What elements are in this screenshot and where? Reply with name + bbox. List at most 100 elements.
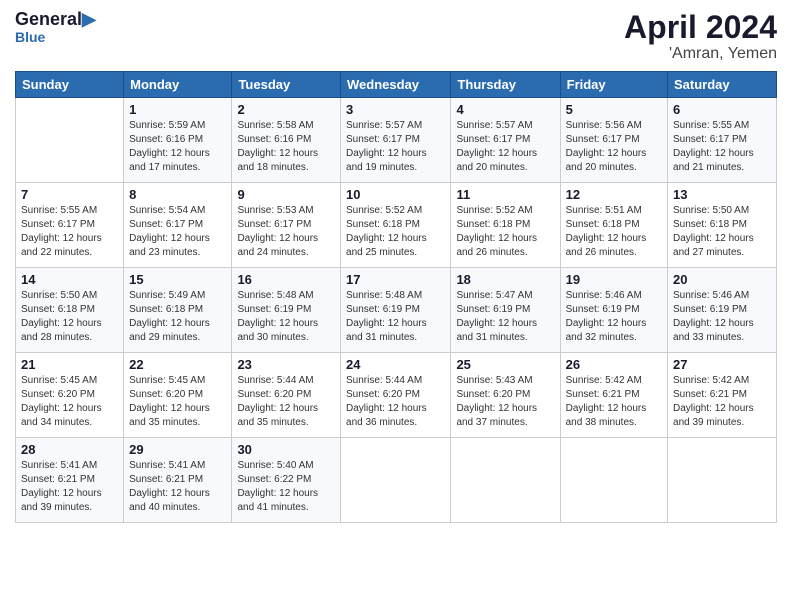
day-cell: 2 Sunrise: 5:58 AM Sunset: 6:16 PM Daylig… bbox=[232, 98, 341, 183]
day-number: 21 bbox=[21, 357, 118, 372]
day-cell: 4 Sunrise: 5:57 AM Sunset: 6:17 PM Daylig… bbox=[451, 98, 560, 183]
logo: General▶ Blue bbox=[15, 10, 96, 45]
day-cell: 15 Sunrise: 5:49 AM Sunset: 6:18 PM Dayli… bbox=[124, 268, 232, 353]
day-cell: 5 Sunrise: 5:56 AM Sunset: 6:17 PM Daylig… bbox=[560, 98, 667, 183]
calendar-body: 1Sunrise: 5:59 AM Sunset: 6:16 PM Daylig… bbox=[16, 98, 777, 523]
subtitle: 'Amran, Yemen bbox=[624, 45, 777, 63]
day-info: Sunrise: 5:40 AM Sunset: 6:22 PM Dayligh… bbox=[237, 459, 335, 515]
main-title: April 2024 bbox=[624, 10, 777, 45]
day-info: Sunrise: 5:48 AM Sunset: 6:19 PM Dayligh… bbox=[237, 289, 335, 345]
day-number: 1 bbox=[129, 102, 226, 117]
day-number: 8 bbox=[129, 187, 226, 202]
day-info: Sunrise: 5:55 AM Sunset: 6:17 PM Dayligh… bbox=[673, 119, 771, 175]
week-row-3: 14 Sunrise: 5:50 AM Sunset: 6:18 PM Dayli… bbox=[16, 268, 777, 353]
day-cell: 21 Sunrise: 5:45 AM Sunset: 6:20 PM Dayli… bbox=[16, 353, 124, 438]
day-number: 6 bbox=[673, 102, 771, 117]
day-cell: 7Sunrise: 5:55 AM Sunset: 6:17 PM Daylig… bbox=[16, 183, 124, 268]
day-number: 13 bbox=[673, 187, 771, 202]
day-cell bbox=[16, 98, 124, 183]
header-cell-thursday: Thursday bbox=[451, 72, 560, 98]
day-cell: 13 Sunrise: 5:50 AM Sunset: 6:18 PM Dayli… bbox=[668, 183, 777, 268]
day-info: Sunrise: 5:51 AM Sunset: 6:18 PM Dayligh… bbox=[566, 204, 662, 260]
day-number: 27 bbox=[673, 357, 771, 372]
day-number: 25 bbox=[456, 357, 554, 372]
day-cell bbox=[668, 438, 777, 523]
day-number: 9 bbox=[237, 187, 335, 202]
day-cell: 29Sunrise: 5:41 AM Sunset: 6:21 PM Dayli… bbox=[124, 438, 232, 523]
day-cell: 20 Sunrise: 5:46 AM Sunset: 6:19 PM Dayli… bbox=[668, 268, 777, 353]
day-number: 22 bbox=[129, 357, 226, 372]
header-cell-monday: Monday bbox=[124, 72, 232, 98]
header: General▶ Blue April 2024 'Amran, Yemen bbox=[15, 10, 777, 63]
day-info: Sunrise: 5:48 AM Sunset: 6:19 PM Dayligh… bbox=[346, 289, 445, 345]
day-info: Sunrise: 5:44 AM Sunset: 6:20 PM Dayligh… bbox=[237, 374, 335, 430]
day-number: 2 bbox=[237, 102, 335, 117]
week-row-2: 7Sunrise: 5:55 AM Sunset: 6:17 PM Daylig… bbox=[16, 183, 777, 268]
day-cell bbox=[341, 438, 451, 523]
header-cell-wednesday: Wednesday bbox=[341, 72, 451, 98]
day-cell: 3Sunrise: 5:57 AM Sunset: 6:17 PM Daylig… bbox=[341, 98, 451, 183]
day-info: Sunrise: 5:52 AM Sunset: 6:18 PM Dayligh… bbox=[346, 204, 445, 260]
day-cell: 11 Sunrise: 5:52 AM Sunset: 6:18 PM Dayli… bbox=[451, 183, 560, 268]
day-cell: 26 Sunrise: 5:42 AM Sunset: 6:21 PM Dayli… bbox=[560, 353, 667, 438]
day-number: 5 bbox=[566, 102, 662, 117]
title-block: April 2024 'Amran, Yemen bbox=[624, 10, 777, 63]
day-number: 4 bbox=[456, 102, 554, 117]
day-info: Sunrise: 5:50 AM Sunset: 6:18 PM Dayligh… bbox=[21, 289, 118, 345]
day-info: Sunrise: 5:41 AM Sunset: 6:21 PM Dayligh… bbox=[129, 459, 226, 515]
day-info: Sunrise: 5:46 AM Sunset: 6:19 PM Dayligh… bbox=[566, 289, 662, 345]
day-info: Sunrise: 5:52 AM Sunset: 6:18 PM Dayligh… bbox=[456, 204, 554, 260]
day-info: Sunrise: 5:43 AM Sunset: 6:20 PM Dayligh… bbox=[456, 374, 554, 430]
day-cell: 1Sunrise: 5:59 AM Sunset: 6:16 PM Daylig… bbox=[124, 98, 232, 183]
day-info: Sunrise: 5:46 AM Sunset: 6:19 PM Dayligh… bbox=[673, 289, 771, 345]
day-info: Sunrise: 5:41 AM Sunset: 6:21 PM Dayligh… bbox=[21, 459, 118, 515]
day-number: 11 bbox=[456, 187, 554, 202]
day-info: Sunrise: 5:50 AM Sunset: 6:18 PM Dayligh… bbox=[673, 204, 771, 260]
day-info: Sunrise: 5:56 AM Sunset: 6:17 PM Dayligh… bbox=[566, 119, 662, 175]
week-row-4: 21 Sunrise: 5:45 AM Sunset: 6:20 PM Dayli… bbox=[16, 353, 777, 438]
header-cell-saturday: Saturday bbox=[668, 72, 777, 98]
day-cell bbox=[560, 438, 667, 523]
day-cell: 25 Sunrise: 5:43 AM Sunset: 6:20 PM Dayli… bbox=[451, 353, 560, 438]
day-cell: 30 Sunrise: 5:40 AM Sunset: 6:22 PM Dayli… bbox=[232, 438, 341, 523]
day-info: Sunrise: 5:42 AM Sunset: 6:21 PM Dayligh… bbox=[566, 374, 662, 430]
day-number: 23 bbox=[237, 357, 335, 372]
day-info: Sunrise: 5:58 AM Sunset: 6:16 PM Dayligh… bbox=[237, 119, 335, 175]
day-cell: 18Sunrise: 5:47 AM Sunset: 6:19 PM Dayli… bbox=[451, 268, 560, 353]
header-cell-friday: Friday bbox=[560, 72, 667, 98]
day-cell: 17 Sunrise: 5:48 AM Sunset: 6:19 PM Dayli… bbox=[341, 268, 451, 353]
day-number: 14 bbox=[21, 272, 118, 287]
day-info: Sunrise: 5:49 AM Sunset: 6:18 PM Dayligh… bbox=[129, 289, 226, 345]
day-number: 28 bbox=[21, 442, 118, 457]
day-cell bbox=[451, 438, 560, 523]
day-cell: 14 Sunrise: 5:50 AM Sunset: 6:18 PM Dayli… bbox=[16, 268, 124, 353]
day-cell: 6 Sunrise: 5:55 AM Sunset: 6:17 PM Daylig… bbox=[668, 98, 777, 183]
day-info: Sunrise: 5:54 AM Sunset: 6:17 PM Dayligh… bbox=[129, 204, 226, 260]
day-number: 20 bbox=[673, 272, 771, 287]
calendar-header: SundayMondayTuesdayWednesdayThursdayFrid… bbox=[16, 72, 777, 98]
day-number: 30 bbox=[237, 442, 335, 457]
day-cell: 28 Sunrise: 5:41 AM Sunset: 6:21 PM Dayli… bbox=[16, 438, 124, 523]
day-number: 17 bbox=[346, 272, 445, 287]
day-cell: 23 Sunrise: 5:44 AM Sunset: 6:20 PM Dayli… bbox=[232, 353, 341, 438]
day-number: 7 bbox=[21, 187, 118, 202]
day-number: 12 bbox=[566, 187, 662, 202]
day-number: 10 bbox=[346, 187, 445, 202]
day-info: Sunrise: 5:53 AM Sunset: 6:17 PM Dayligh… bbox=[237, 204, 335, 260]
day-cell: 27Sunrise: 5:42 AM Sunset: 6:21 PM Dayli… bbox=[668, 353, 777, 438]
day-number: 24 bbox=[346, 357, 445, 372]
logo-text: General▶ bbox=[15, 10, 96, 30]
day-number: 16 bbox=[237, 272, 335, 287]
day-number: 15 bbox=[129, 272, 226, 287]
day-cell: 9 Sunrise: 5:53 AM Sunset: 6:17 PM Daylig… bbox=[232, 183, 341, 268]
day-number: 26 bbox=[566, 357, 662, 372]
day-cell: 12 Sunrise: 5:51 AM Sunset: 6:18 PM Dayli… bbox=[560, 183, 667, 268]
day-info: Sunrise: 5:57 AM Sunset: 6:17 PM Dayligh… bbox=[456, 119, 554, 175]
day-info: Sunrise: 5:45 AM Sunset: 6:20 PM Dayligh… bbox=[21, 374, 118, 430]
day-cell: 22 Sunrise: 5:45 AM Sunset: 6:20 PM Dayli… bbox=[124, 353, 232, 438]
week-row-5: 28 Sunrise: 5:41 AM Sunset: 6:21 PM Dayli… bbox=[16, 438, 777, 523]
day-cell: 19Sunrise: 5:46 AM Sunset: 6:19 PM Dayli… bbox=[560, 268, 667, 353]
day-cell: 16 Sunrise: 5:48 AM Sunset: 6:19 PM Dayli… bbox=[232, 268, 341, 353]
day-info: Sunrise: 5:45 AM Sunset: 6:20 PM Dayligh… bbox=[129, 374, 226, 430]
header-row: SundayMondayTuesdayWednesdayThursdayFrid… bbox=[16, 72, 777, 98]
